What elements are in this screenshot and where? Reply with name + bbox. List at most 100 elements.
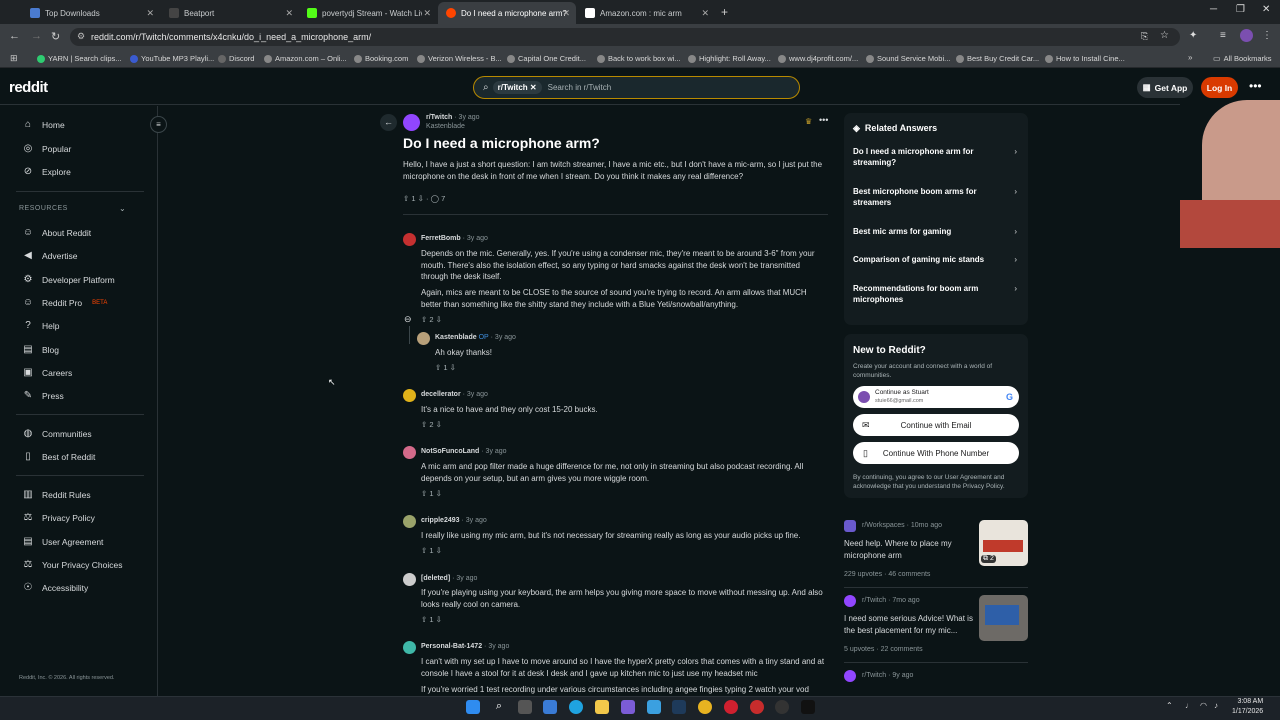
bookmark-item[interactable]: YARN | Search clips... — [37, 54, 122, 63]
sidebar-item-privacy-choices[interactable]: ⚖ Your Privacy Choices — [22, 559, 123, 570]
sidebar-item-home[interactable]: ⌂ Home — [22, 119, 65, 130]
search-icon[interactable]: ⌕ — [492, 700, 506, 714]
window-close-icon[interactable]: ✕ — [1262, 4, 1270, 15]
bookmark-item[interactable]: Best Buy Credit Car... — [956, 54, 1039, 63]
avatar[interactable] — [403, 389, 416, 402]
all-bookmarks[interactable]: ▭ All Bookmarks — [1213, 54, 1272, 63]
app-icon[interactable] — [621, 700, 635, 714]
bookmark-item[interactable]: Booking.com — [354, 54, 408, 63]
browser-menu-icon[interactable]: ⋮ — [1262, 30, 1272, 41]
upvote-icon[interactable]: ⇧ — [403, 194, 409, 203]
new-tab-icon[interactable]: + — [721, 5, 728, 19]
apps-grid-icon[interactable]: ⊞ — [10, 53, 18, 64]
close-icon[interactable]: ✕ — [146, 8, 154, 19]
avatar[interactable] — [403, 641, 416, 654]
related-answer-item[interactable]: Recommendations for boom arm microphones… — [853, 283, 1017, 305]
app-icon[interactable] — [724, 700, 738, 714]
media-icon[interactable]: ≡ — [1220, 30, 1226, 41]
avatar[interactable] — [403, 515, 416, 528]
continue-with-phone-button[interactable]: ▯ Continue With Phone Number — [853, 442, 1019, 464]
collapse-sidebar-button[interactable]: ≡ — [150, 116, 167, 133]
bookmark-item[interactable]: Sound Service Mobi... — [866, 54, 950, 63]
avatar[interactable] — [403, 233, 416, 246]
bookmark-item[interactable]: Capital One Credit... — [507, 54, 586, 63]
continue-with-google-button[interactable]: Continue as Stuart stuie66@gmail.com G — [853, 386, 1019, 408]
downvote-icon[interactable]: ⇩ — [418, 194, 424, 203]
downvote-icon[interactable]: ⇩ — [436, 489, 442, 498]
downvote-icon[interactable]: ⇩ — [450, 363, 456, 372]
related-answer-item[interactable]: Do I need a microphone arm for streaming… — [853, 146, 1017, 168]
downvote-icon[interactable]: ⇩ — [436, 420, 442, 429]
sidebar-item-about[interactable]: ☺ About Reddit — [22, 227, 91, 238]
url-field[interactable]: reddit.com/r/Twitch/comments/x4cnku/do_i… — [70, 28, 1180, 46]
chrome-icon[interactable] — [698, 700, 712, 714]
search-scope-chip[interactable]: r/Twitch ✕ — [492, 81, 542, 94]
bookmark-item[interactable]: YouTube MP3 Playli... — [130, 54, 214, 63]
feed-post-title[interactable]: Need help. Where to place my microphone … — [844, 538, 974, 561]
sidebar-item-user-agreement[interactable]: ▤ User Agreement — [22, 536, 103, 547]
close-icon[interactable]: ✕ — [285, 8, 293, 19]
post-author[interactable]: Kastenblade — [426, 123, 465, 130]
sidebar-item-careers[interactable]: ▣ Careers — [22, 367, 72, 378]
bookmark-star-icon[interactable]: ☆ — [1160, 30, 1169, 41]
forward-icon[interactable]: → — [31, 30, 42, 42]
continue-with-email-button[interactable]: ✉ Continue with Email — [853, 414, 1019, 436]
sidebar-item-reddit-rules[interactable]: ▥ Reddit Rules — [22, 489, 90, 500]
downvote-icon[interactable]: ⇩ — [436, 546, 442, 555]
edge-icon[interactable] — [569, 700, 583, 714]
back-icon[interactable]: ← — [9, 30, 20, 42]
chevron-up-icon[interactable]: ⌄ — [119, 204, 126, 213]
close-icon[interactable]: ✕ — [701, 8, 709, 19]
tab-amazon[interactable]: Amazon.com : mic arm ✕ — [577, 2, 715, 24]
bookmark-item[interactable]: www.dj4profit.com/... — [778, 54, 858, 63]
award-icon[interactable]: ♛ — [805, 117, 812, 126]
sidebar-item-advertise[interactable]: ◀ Advertise — [22, 250, 77, 261]
task-view-icon[interactable] — [518, 700, 532, 714]
bookmark-item[interactable]: Highlight: Roll Away... — [688, 54, 771, 63]
bookmark-item[interactable]: Back to work box wi... — [597, 54, 681, 63]
windows-start-icon[interactable] — [466, 700, 480, 714]
sidebar-item-developer[interactable]: ⚙ Developer Platform — [22, 274, 115, 285]
search-bar[interactable]: ⌕ r/Twitch ✕ Search in r/Twitch — [473, 76, 800, 99]
tab-reddit-active[interactable]: Do I need a microphone arm? ✕ — [438, 2, 576, 24]
app-icon[interactable] — [750, 700, 764, 714]
sidebar-item-blog[interactable]: ▤ Blog — [22, 344, 59, 355]
search-placeholder[interactable]: Search in r/Twitch — [548, 83, 612, 92]
downvote-icon[interactable]: ⇩ — [436, 315, 442, 324]
profile-avatar[interactable] — [1240, 29, 1253, 42]
related-answer-item[interactable]: Comparison of gaming mic stands › — [853, 254, 1017, 265]
sidebar-item-popular[interactable]: ◎ Popular — [22, 143, 72, 154]
extensions-icon[interactable]: ✦ — [1189, 30, 1197, 41]
bookmark-item[interactable]: Verizon Wireless - B... — [417, 54, 502, 63]
related-answer-item[interactable]: Best microphone boom arms for streamers › — [853, 186, 1017, 208]
resources-header[interactable]: RESOURCES — [19, 205, 68, 212]
sidebar-item-explore[interactable]: ⊘ Explore — [22, 166, 71, 177]
subreddit-icon[interactable] — [844, 520, 856, 532]
minimize-icon[interactable]: ─ — [1210, 4, 1217, 15]
tray-chevron-icon[interactable]: ⌃ — [1166, 701, 1173, 710]
widgets-icon[interactable] — [543, 700, 557, 714]
feed-thumbnail[interactable] — [979, 595, 1028, 641]
tab-povertydj[interactable]: povertydj Stream - Watch Live ...✕ — [299, 2, 437, 24]
get-app-button[interactable]: ▦ Get App — [1137, 77, 1193, 98]
sidebar-item-reddit-pro[interactable]: ☺ Reddit Pro BETA — [22, 297, 108, 308]
chevron-right-icon[interactable]: » — [1188, 53, 1192, 62]
sidebar-item-press[interactable]: ✎ Press — [22, 390, 64, 401]
sidebar-item-accessibility[interactable]: ☉ Accessibility — [22, 582, 89, 593]
reload-icon[interactable]: ↻ — [51, 30, 60, 43]
sidebar-item-best-of-reddit[interactable]: ▯ Best of Reddit — [22, 451, 95, 462]
maximize-icon[interactable]: ❐ — [1236, 4, 1245, 15]
back-button[interactable]: ← — [380, 114, 397, 131]
app-icon[interactable] — [775, 700, 789, 714]
volume-icon[interactable]: ♪ — [1214, 701, 1218, 710]
post-more-icon[interactable]: ••• — [819, 115, 828, 125]
upvote-icon[interactable]: ⇧ — [421, 489, 427, 498]
install-icon[interactable]: ⎘ — [1141, 31, 1148, 42]
bookmark-item[interactable]: Amazon.com – Onli... — [264, 54, 347, 63]
tab-top-downloads[interactable]: Top Downloads ✕ — [22, 2, 160, 24]
close-icon[interactable]: ✕ — [423, 8, 431, 19]
subreddit-icon[interactable] — [844, 595, 856, 607]
upvote-icon[interactable]: ⇧ — [421, 420, 427, 429]
upvote-icon[interactable]: ⇧ — [421, 546, 427, 555]
more-options-icon[interactable]: ••• — [1249, 79, 1262, 93]
